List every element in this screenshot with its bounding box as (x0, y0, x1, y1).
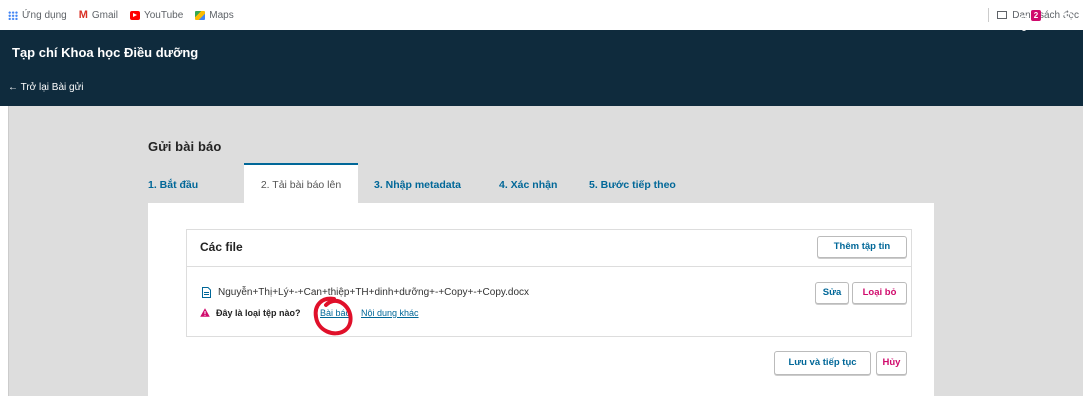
notification-count-badge: 2 (1031, 10, 1041, 21)
bookmark-label: Maps (209, 9, 234, 21)
cancel-button[interactable]: Hủy (876, 351, 907, 375)
document-file-icon (202, 287, 211, 298)
file-type-other-link[interactable]: Nội dung khác (361, 308, 419, 318)
file-name[interactable]: Nguyễn+Thị+Lý+-+Can+thiệp+TH+dinh+dưỡng+… (218, 287, 529, 298)
user-account-icon[interactable] (1059, 12, 1076, 29)
apps-grid-icon (8, 10, 18, 20)
app-header: Tạp chí Khoa học Điều dưỡng ← Trở lại Bà… (0, 30, 1083, 106)
bookmark-youtube[interactable]: YouTube (129, 9, 184, 21)
files-divider (187, 266, 911, 267)
tab-metadata[interactable]: 3. Nhập metadata (374, 163, 484, 203)
bookmark-maps[interactable]: Maps (195, 9, 234, 21)
tab-next-steps[interactable]: 5. Bước tiếp theo (589, 163, 699, 203)
file-type-question: Đây là loại tệp nào? (216, 308, 301, 318)
back-to-submissions-link[interactable]: ← Trở lại Bài gửi (8, 82, 84, 93)
add-file-button[interactable]: Thêm tập tin (817, 236, 907, 258)
left-edge-border (8, 106, 9, 396)
tab-start[interactable]: 1. Bắt đầu (148, 163, 228, 203)
youtube-icon (129, 10, 140, 20)
bookmark-apps[interactable]: Ứng dụng (8, 10, 67, 21)
bookmarks-separator (988, 8, 990, 22)
bookmark-label: Gmail (91, 9, 118, 21)
page-title: Gửi bài báo (148, 139, 222, 154)
left-edge (0, 106, 8, 396)
bookmark-label: YouTube (143, 9, 184, 21)
files-box (186, 229, 912, 337)
remove-file-button[interactable]: Loại bỏ (852, 282, 907, 304)
tab-confirm[interactable]: 4. Xác nhận (499, 163, 579, 203)
bookmarks-bar: Ứng dụng M Gmail YouTube Maps (0, 0, 1083, 30)
warning-icon (200, 308, 210, 317)
edit-file-button[interactable]: Sửa (815, 282, 849, 304)
bookmark-gmail[interactable]: M Gmail (79, 9, 118, 21)
tab-upload[interactable]: 2. Tải bài báo lên (244, 163, 358, 203)
bookmark-label: Ứng dụng (22, 9, 67, 21)
files-title: Các file (200, 240, 243, 254)
site-title[interactable]: Tạp chí Khoa học Điều dưỡng (12, 45, 198, 60)
file-type-article-link[interactable]: Bài báo (320, 308, 351, 318)
reading-list-icon (997, 11, 1008, 19)
gmail-icon: M (78, 9, 88, 21)
save-continue-button[interactable]: Lưu và tiếp tục (774, 351, 871, 375)
maps-icon (195, 10, 206, 20)
